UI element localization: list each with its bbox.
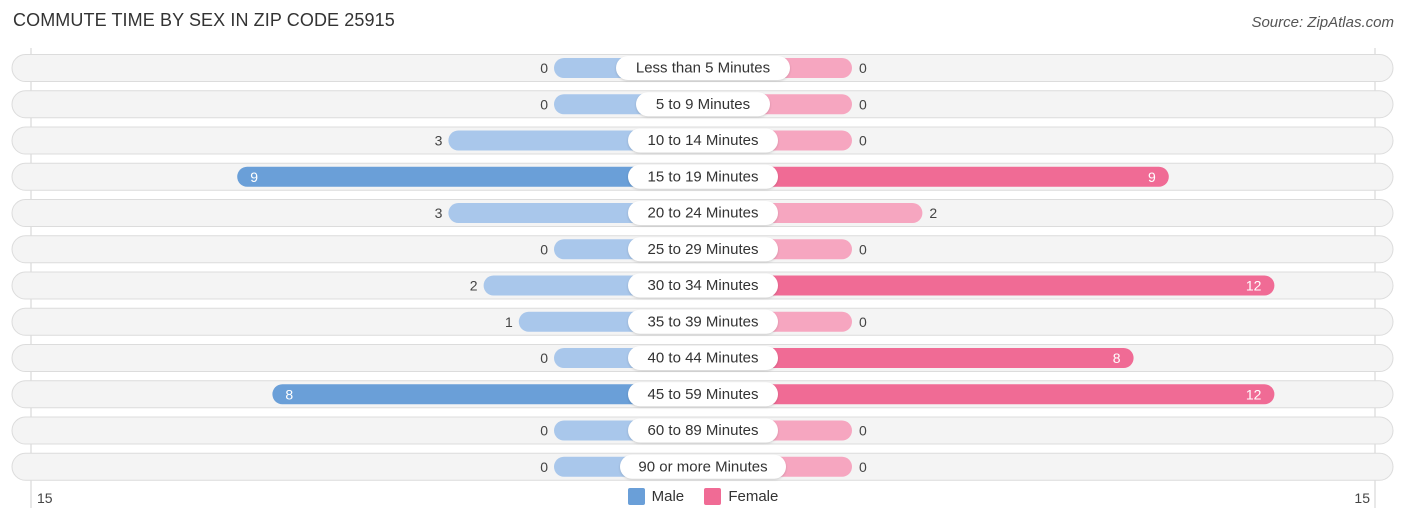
value-label-female: 0	[859, 314, 867, 330]
category-label: 40 to 44 Minutes	[648, 350, 759, 367]
chart-row: 5 to 9 Minutes 0 0	[11, 90, 1394, 119]
chart-row: 45 to 59 Minutes 8 12	[11, 380, 1394, 409]
legend: Male Female	[0, 488, 1406, 509]
value-label-female: 12	[1246, 278, 1262, 294]
category-label: 5 to 9 Minutes	[656, 96, 750, 113]
value-label-female: 12	[1246, 386, 1262, 402]
bar-female[interactable]	[703, 275, 1275, 296]
value-label-female: 0	[859, 133, 867, 149]
value-label-male: 9	[250, 169, 258, 185]
category-label: 60 to 89 Minutes	[648, 422, 759, 439]
bar-female[interactable]	[703, 384, 1275, 405]
legend-swatch-male	[627, 488, 645, 505]
value-label-male: 0	[540, 241, 548, 257]
category-label: 35 to 39 Minutes	[648, 313, 759, 330]
value-label-female: 9	[1148, 169, 1156, 185]
chart-row: 60 to 89 Minutes 0 0	[11, 416, 1394, 445]
chart-row: 15 to 19 Minutes 9 9	[11, 162, 1394, 191]
value-label-male: 2	[470, 278, 478, 294]
value-label-female: 8	[1113, 350, 1121, 366]
legend-item-female[interactable]: Female	[704, 488, 778, 505]
chart-row: 25 to 29 Minutes 0 0	[11, 235, 1394, 264]
legend-item-male[interactable]: Male	[627, 488, 685, 505]
value-label-male: 0	[540, 96, 548, 112]
value-label-female: 0	[859, 459, 867, 475]
chart-row: 10 to 14 Minutes 3 0	[11, 126, 1394, 155]
chart-row: 40 to 44 Minutes 0 8	[11, 344, 1394, 372]
value-label-male: 0	[540, 60, 548, 76]
category-label: 10 to 14 Minutes	[648, 132, 759, 149]
legend-swatch-female	[704, 488, 722, 505]
value-label-female: 0	[859, 241, 867, 257]
category-label: Less than 5 Minutes	[636, 60, 770, 77]
category-label: 90 or more Minutes	[638, 458, 767, 475]
value-label-male: 1	[505, 314, 513, 330]
value-label-male: 0	[540, 459, 548, 475]
value-label-female: 0	[859, 96, 867, 112]
chart-area: Less than 5 Minutes0 05 to 9 Minutes0 010 …	[11, 48, 1394, 508]
value-label-male: 3	[435, 133, 443, 149]
value-label-male: 0	[540, 350, 548, 366]
chart-row: 90 or more Minutes 0 0	[11, 452, 1394, 481]
chart-row: 30 to 34 Minutes 2 12	[11, 271, 1394, 300]
value-label-female: 2	[929, 205, 937, 221]
value-label-female: 0	[859, 423, 867, 439]
value-label-male: 0	[540, 423, 548, 439]
value-label-female: 0	[859, 60, 867, 76]
legend-label-male: Male	[651, 488, 685, 505]
chart-row: 20 to 24 Minutes 3 2	[11, 199, 1394, 227]
category-label: 25 to 29 Minutes	[648, 241, 759, 258]
category-label: 15 to 19 Minutes	[648, 168, 759, 185]
value-label-male: 8	[285, 386, 293, 402]
chart-row: 35 to 39 Minutes 1 0	[11, 307, 1394, 336]
category-label: 45 to 59 Minutes	[648, 386, 759, 403]
category-label: 30 to 34 Minutes	[648, 277, 759, 294]
legend-label-female: Female	[728, 488, 779, 505]
category-label: 20 to 24 Minutes	[648, 205, 759, 222]
value-label-male: 3	[435, 205, 443, 221]
chart-row: Less than 5 Minutes 0 0	[11, 54, 1394, 82]
